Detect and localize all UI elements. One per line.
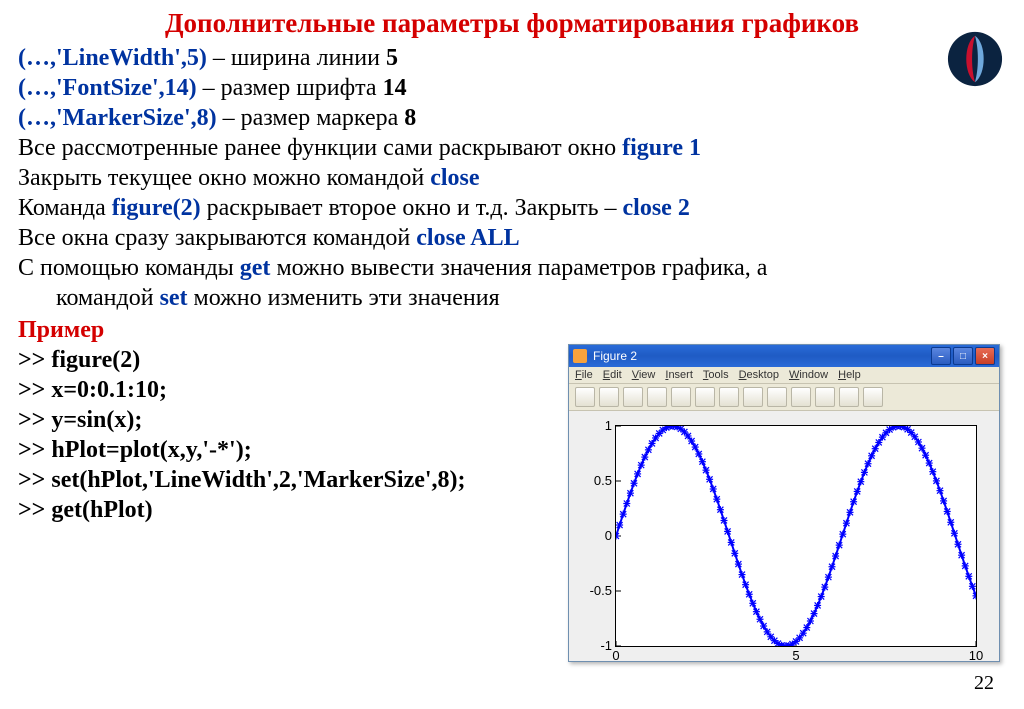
menu-item[interactable]: Window xyxy=(789,369,828,381)
x-tick-label: 0 xyxy=(601,648,631,663)
toolbar-button[interactable] xyxy=(767,387,787,407)
toolbar-button[interactable] xyxy=(695,387,715,407)
toolbar-button[interactable] xyxy=(743,387,763,407)
toolbar-button[interactable] xyxy=(647,387,667,407)
y-tick-label: -0.5 xyxy=(584,583,612,598)
param-markersize: (…,'MarkerSize',8) – размер маркера 8 xyxy=(18,103,1006,133)
menu-item[interactable]: Help xyxy=(838,369,861,381)
figure-titlebar[interactable]: Figure 2 – □ × xyxy=(569,345,999,367)
param-linewidth: (…,'LineWidth',5) – ширина линии 5 xyxy=(18,43,1006,73)
plot-svg xyxy=(616,426,976,646)
example-title: Пример xyxy=(18,315,1006,345)
y-tick-label: 0 xyxy=(584,528,612,543)
x-tick-label: 5 xyxy=(781,648,811,663)
menu-item[interactable]: Edit xyxy=(603,369,622,381)
menu-item[interactable]: Tools xyxy=(703,369,729,381)
y-tick-label: 1 xyxy=(584,418,612,433)
toolbar-button[interactable] xyxy=(671,387,691,407)
maximize-button[interactable]: □ xyxy=(953,347,973,365)
param-fontsize: (…,'FontSize',14) – размер шрифта 14 xyxy=(18,73,1006,103)
text-figure1: Все рассмотренные ранее функции сами рас… xyxy=(18,133,1006,163)
matlab-icon xyxy=(573,349,587,363)
page-number: 22 xyxy=(974,672,994,695)
text-figure2: Команда figure(2) раскрывает второе окно… xyxy=(18,193,1006,223)
x-tick-label: 10 xyxy=(961,648,991,663)
toolbar-button[interactable] xyxy=(791,387,811,407)
text-getset: С помощью команды get можно вывести знач… xyxy=(18,253,1006,313)
menu-item[interactable]: Insert xyxy=(665,369,693,381)
text-closeall: Все окна сразу закрываются командой clos… xyxy=(18,223,1006,253)
logo-icon xyxy=(946,30,1004,88)
slide-title: Дополнительные параметры форматирования … xyxy=(18,8,1006,39)
toolbar-button[interactable] xyxy=(719,387,739,407)
minimize-button[interactable]: – xyxy=(931,347,951,365)
menu-item[interactable]: Desktop xyxy=(739,369,779,381)
toolbar-button[interactable] xyxy=(575,387,595,407)
toolbar-button[interactable] xyxy=(623,387,643,407)
y-tick-label: 0.5 xyxy=(584,473,612,488)
figure-menubar[interactable]: File Edit View Insert Tools Desktop Window Help xyxy=(569,367,999,384)
close-button[interactable]: × xyxy=(975,347,995,365)
text-close: Закрыть текущее окно можно командой clos… xyxy=(18,163,1006,193)
toolbar-button[interactable] xyxy=(863,387,883,407)
figure-toolbar[interactable] xyxy=(569,384,999,411)
menu-item[interactable]: File xyxy=(575,369,593,381)
figure-title-text: Figure 2 xyxy=(593,349,637,363)
toolbar-button[interactable] xyxy=(839,387,859,407)
toolbar-button[interactable] xyxy=(815,387,835,407)
plot-axes: -1-0.500.51 0510 xyxy=(615,425,977,647)
toolbar-button[interactable] xyxy=(599,387,619,407)
plot-area: -1-0.500.51 0510 xyxy=(569,411,999,661)
menu-item[interactable]: View xyxy=(632,369,656,381)
matlab-figure-window: Figure 2 – □ × File Edit View Insert Tools De… xyxy=(568,344,1000,662)
